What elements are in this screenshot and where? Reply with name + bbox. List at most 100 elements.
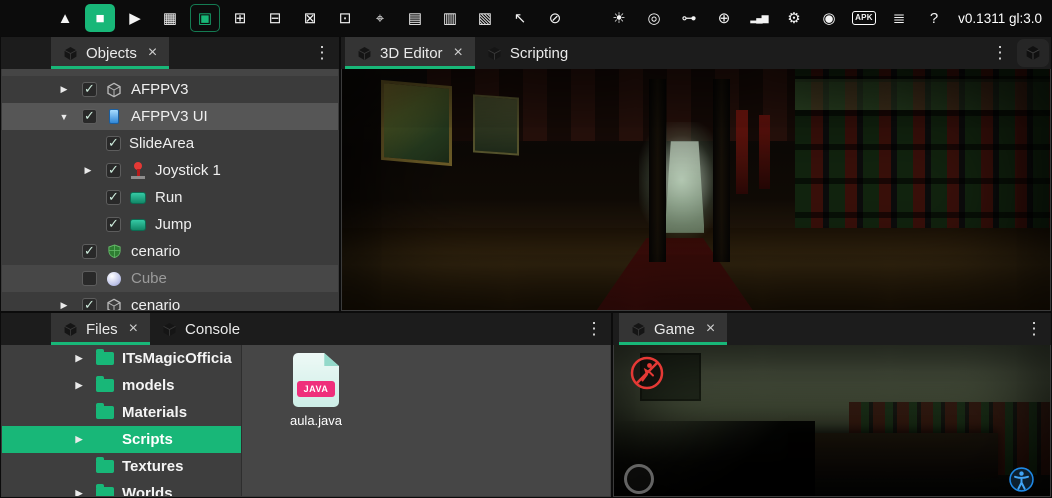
- files-menu-button[interactable]: ⋮: [577, 313, 611, 345]
- expand-arrow-icon[interactable]: [54, 84, 74, 95]
- orbit-icon: ◎: [647, 11, 660, 26]
- scene-3d-viewport[interactable]: [342, 69, 1050, 310]
- folder-icon: [96, 406, 114, 419]
- save-button[interactable]: ▦: [155, 4, 185, 32]
- tab-files[interactable]: Files ×: [51, 313, 150, 345]
- hierarchy-item-cube[interactable]: Cube: [2, 265, 338, 292]
- tab-scripting[interactable]: Scripting: [475, 37, 580, 69]
- folder-materials[interactable]: Materials: [2, 399, 241, 426]
- virtual-joystick[interactable]: [624, 464, 654, 494]
- display-out-icon: ▧: [478, 11, 492, 26]
- add-object-button[interactable]: ⊕: [709, 4, 739, 32]
- folder-worlds[interactable]: Worlds: [2, 480, 241, 496]
- objects-menu-button[interactable]: ⋮: [305, 37, 339, 69]
- visibility-checkbox[interactable]: [106, 190, 121, 205]
- stats-button[interactable]: ▂▄▆: [744, 4, 774, 32]
- camera-orbit-button[interactable]: ◎: [639, 4, 669, 32]
- hierarchy-item-run[interactable]: Run: [2, 184, 338, 211]
- tab-3d-editor[interactable]: 3D Editor ×: [345, 37, 475, 69]
- close-icon[interactable]: ×: [454, 44, 463, 62]
- visibility-checkbox[interactable]: [82, 109, 97, 124]
- node-graph-button[interactable]: ⊶: [674, 4, 704, 32]
- accessibility-button[interactable]: [1009, 467, 1034, 492]
- game-menu-button[interactable]: ⋮: [1017, 313, 1051, 345]
- editor-app: ▲ ■ ▶ ▦ ▣ ⊞ ⊟ ⊠ ⊡ ⌖ ▤ ▥ ▧ ↖ ⊘ ☀ ◎ ⊶ ⊕ ▂▄…: [0, 0, 1052, 498]
- tab-objects[interactable]: Objects ×: [51, 37, 169, 69]
- editor-menu-button[interactable]: ⋮: [983, 37, 1017, 69]
- import-box-button[interactable]: ⊞: [225, 4, 255, 32]
- folder-models[interactable]: models: [2, 372, 241, 399]
- cube-icon: [631, 322, 646, 337]
- build-target-button[interactable]: ◉: [814, 4, 844, 32]
- hierarchy-item-jump[interactable]: Jump: [2, 211, 338, 238]
- move-tool-button[interactable]: ⌖: [365, 4, 395, 32]
- hierarchy-item-joystick[interactable]: Joystick 1: [2, 157, 338, 184]
- help-button[interactable]: ?: [919, 4, 949, 32]
- close-icon[interactable]: ×: [129, 320, 138, 338]
- database-button[interactable]: ≣: [884, 4, 914, 32]
- database-icon: ≣: [893, 11, 906, 26]
- folder-textures[interactable]: Textures: [2, 453, 241, 480]
- expand-arrow-icon[interactable]: [70, 380, 88, 391]
- bar-chart-icon: ▂▄▆: [750, 14, 767, 23]
- folder-label: Scripts: [122, 431, 173, 448]
- duplicate-button[interactable]: ▤: [400, 4, 430, 32]
- folder-icon: [96, 433, 114, 446]
- disable-run-button[interactable]: [630, 356, 664, 390]
- java-file-icon: JAVA: [293, 353, 339, 407]
- visibility-checkbox[interactable]: [106, 163, 121, 178]
- hierarchy-item-slidearea[interactable]: SlideArea: [2, 130, 338, 157]
- game-panel: Game × ⋮: [612, 312, 1052, 498]
- tab-console[interactable]: Console: [150, 313, 252, 345]
- toolbar: ▲ ■ ▶ ▦ ▣ ⊞ ⊟ ⊠ ⊡ ⌖ ▤ ▥ ▧ ↖ ⊘ ☀ ◎ ⊶ ⊕ ▂▄…: [0, 0, 1052, 36]
- folder-icon: [96, 460, 114, 473]
- tab-label: Files: [86, 321, 118, 338]
- expand-arrow-icon[interactable]: [54, 300, 74, 310]
- expand-arrow-icon[interactable]: [70, 434, 88, 445]
- expand-arrow-icon[interactable]: [70, 353, 88, 364]
- pointer-input-button[interactable]: ↖: [505, 4, 535, 32]
- visibility-checkbox[interactable]: [82, 271, 97, 286]
- screen-cast-button[interactable]: ▣: [190, 4, 220, 32]
- close-icon[interactable]: ×: [706, 320, 715, 338]
- lighting-button[interactable]: ☀: [604, 4, 634, 32]
- hierarchy-item-cenario[interactable]: cenario: [2, 238, 338, 265]
- hierarchy-item-cenario2[interactable]: cenario: [2, 292, 338, 310]
- item-label: SlideArea: [129, 135, 194, 152]
- select-region-button[interactable]: ⊡: [330, 4, 360, 32]
- panel-cube-button[interactable]: [1017, 39, 1049, 67]
- package-box-button[interactable]: ⊠: [295, 4, 325, 32]
- file-aula-java[interactable]: JAVA aula.java: [278, 353, 354, 428]
- visibility-checkbox[interactable]: [106, 136, 121, 151]
- folder-icon: [96, 487, 114, 496]
- target-icon: ◉: [822, 11, 835, 26]
- folder-label: ITsMagicOfficia: [122, 350, 232, 367]
- tab-game[interactable]: Game ×: [619, 313, 727, 345]
- play-button[interactable]: ▶: [120, 4, 150, 32]
- expand-toolbar-button[interactable]: ▲: [50, 4, 80, 32]
- folder-itsmagicofficia[interactable]: ITsMagicOfficia: [2, 345, 241, 372]
- scene-vignette: [342, 69, 1050, 310]
- hierarchy-item-afppv3-ui[interactable]: AFPPV3 UI: [2, 103, 338, 130]
- apk-export-button[interactable]: APK: [849, 4, 879, 32]
- hierarchy-item-afppv3[interactable]: AFPPV3: [2, 76, 338, 103]
- expand-arrow-icon[interactable]: [70, 488, 88, 496]
- file-grid: JAVA aula.java: [242, 345, 610, 496]
- game-viewport[interactable]: [614, 345, 1050, 496]
- visibility-checkbox[interactable]: [106, 217, 121, 232]
- display-out-button[interactable]: ▧: [470, 4, 500, 32]
- settings-button[interactable]: ⚙: [779, 4, 809, 32]
- collapse-arrow-icon[interactable]: [54, 112, 74, 122]
- layers-button[interactable]: ▥: [435, 4, 465, 32]
- stop-button[interactable]: ■: [85, 4, 115, 32]
- item-label: Joystick 1: [155, 162, 221, 179]
- visibility-checkbox[interactable]: [82, 82, 97, 97]
- expand-arrow-icon[interactable]: [78, 165, 98, 176]
- delete-button[interactable]: ⊘: [540, 4, 570, 32]
- close-icon[interactable]: ×: [148, 44, 157, 62]
- triangle-up-icon: ▲: [58, 11, 73, 26]
- visibility-checkbox[interactable]: [82, 298, 97, 310]
- visibility-checkbox[interactable]: [82, 244, 97, 259]
- folder-scripts[interactable]: Scripts: [2, 426, 241, 453]
- export-box-button[interactable]: ⊟: [260, 4, 290, 32]
